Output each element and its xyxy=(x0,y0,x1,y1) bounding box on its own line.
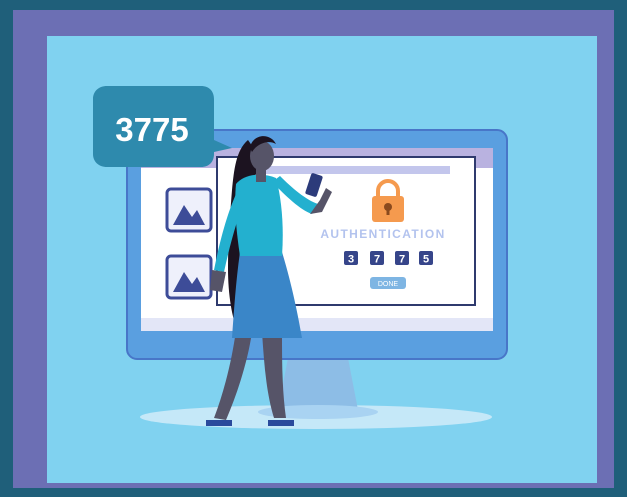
digit-2: 7 xyxy=(374,254,380,266)
left-shoe xyxy=(206,420,232,426)
auth-title: AUTHENTICATION xyxy=(320,227,445,241)
done-label: DONE xyxy=(378,281,399,288)
screen-lower-panel xyxy=(141,318,493,331)
digit-3: 7 xyxy=(399,254,405,266)
top xyxy=(235,174,283,256)
right-shoe xyxy=(268,420,294,426)
thumbnail-2 xyxy=(165,254,213,300)
speech-bubble: 3775 xyxy=(93,86,232,167)
monitor-stand xyxy=(278,358,358,410)
thumbnail-1 xyxy=(165,187,213,233)
code-bubble-text: 3775 xyxy=(115,111,188,148)
digit-1: 3 xyxy=(348,254,354,266)
digit-4: 5 xyxy=(423,254,429,266)
done-button[interactable]: DONE xyxy=(370,277,406,289)
illustration-canvas: AUTHENTICATION 3 7 7 5 DONE 3775 xyxy=(0,0,627,497)
